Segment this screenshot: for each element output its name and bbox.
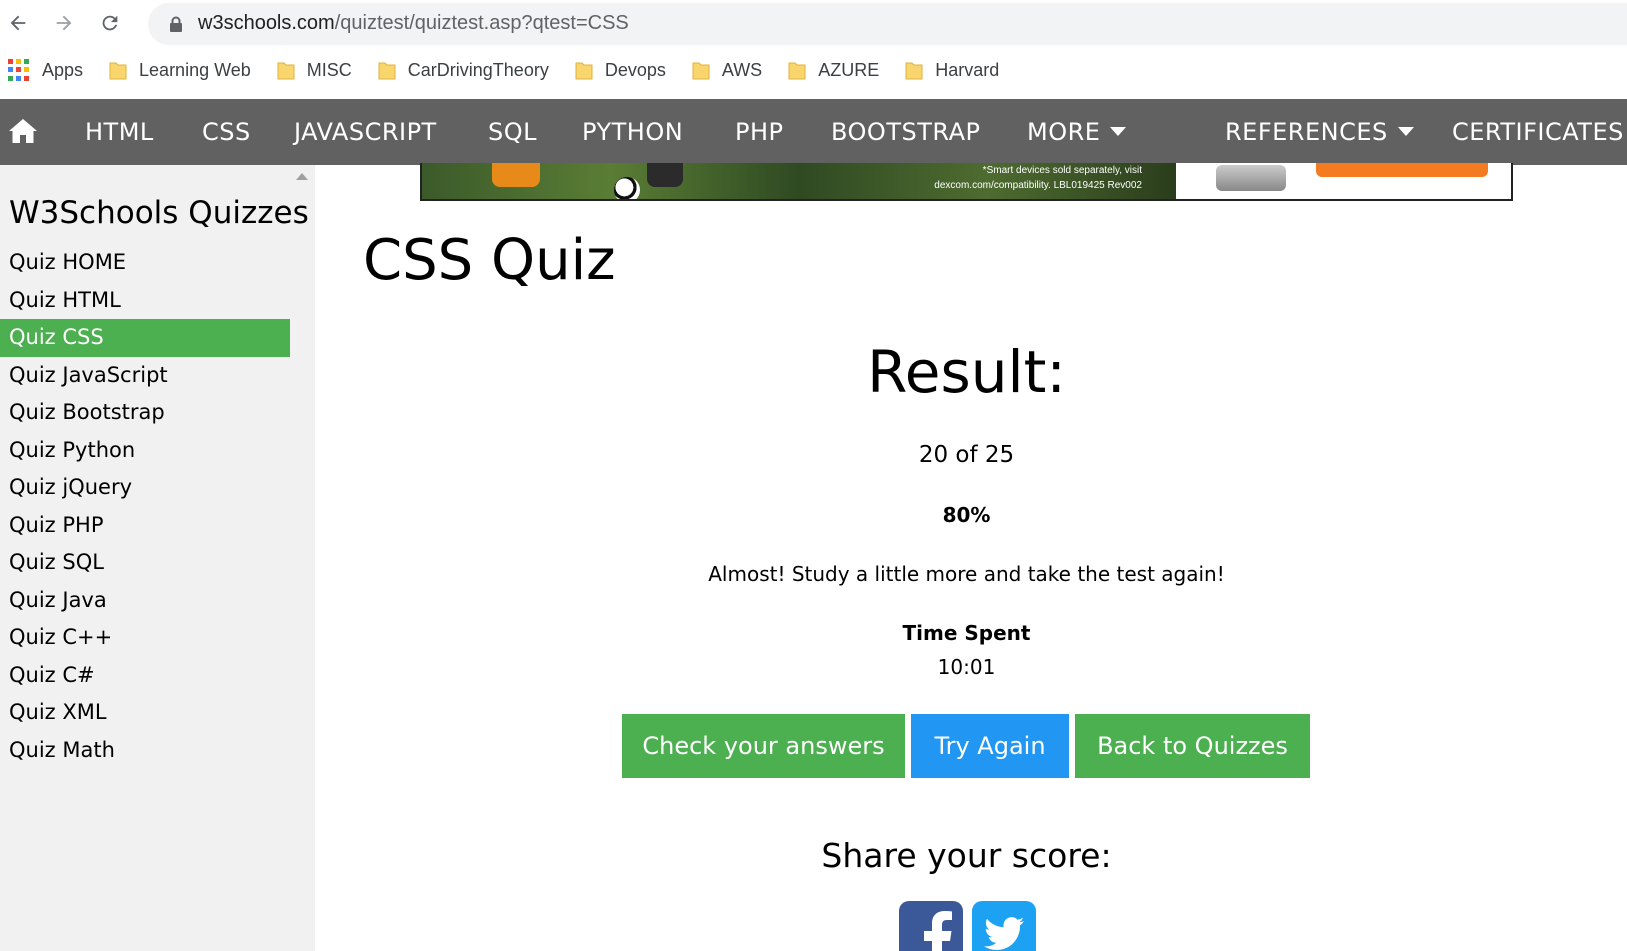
sidebar-item-quiz-csharp[interactable]: Quiz C# bbox=[0, 657, 290, 695]
sidebar-item-quiz-jquery[interactable]: Quiz jQuery bbox=[0, 469, 290, 507]
share-heading: Share your score: bbox=[821, 836, 1112, 875]
sidebar-item-quiz-bootstrap[interactable]: Quiz Bootstrap bbox=[0, 394, 290, 432]
score-text: 20 of 25 bbox=[918, 442, 1015, 468]
sidebar-item-quiz-xml[interactable]: Quiz XML bbox=[0, 694, 290, 732]
ad-fine-print-line-1: *Smart devices sold separately, visit bbox=[982, 165, 1142, 176]
sidebar-item-quiz-math[interactable]: Quiz Math bbox=[0, 732, 290, 770]
url-path: /quiztest/quiztest.asp?qtest=CSS bbox=[334, 12, 629, 34]
sidebar-item-quiz-javascript[interactable]: Quiz JavaScript bbox=[0, 357, 290, 395]
bookmark-misc[interactable]: MISC bbox=[277, 60, 352, 81]
url-bar[interactable]: w3schools.com/quiztest/quiztest.asp?qtes… bbox=[148, 3, 1627, 45]
ad-photo: *Smart devices sold separately, visit de… bbox=[422, 163, 1176, 199]
twitter-share-button[interactable] bbox=[972, 901, 1036, 951]
sidebar: W3Schools Quizzes Quiz HOME Quiz HTML Quiz… bbox=[0, 165, 315, 951]
nav-bootstrap[interactable]: BOOTSTRAP bbox=[831, 99, 980, 165]
nav-more-label: MORE bbox=[1027, 118, 1101, 146]
sidebar-item-quiz-html[interactable]: Quiz HTML bbox=[0, 282, 290, 320]
nav-sql[interactable]: SQL bbox=[488, 99, 537, 165]
bookmark-label: Learning Web bbox=[139, 59, 251, 80]
nav-references-label: REFERENCES bbox=[1225, 118, 1388, 146]
soccer-ball-icon bbox=[614, 177, 640, 199]
main-content: CSS Quiz Result: 20 of 25 80% Almost! St… bbox=[315, 200, 1627, 951]
browser-toolbar: w3schools.com/quiztest/quiztest.asp?qtes… bbox=[0, 0, 1627, 48]
folder-icon bbox=[905, 60, 923, 80]
ad-fine-print: *Smart devices sold separately, visit de… bbox=[912, 163, 1142, 193]
nav-references[interactable]: REFERENCES bbox=[1225, 99, 1414, 165]
ad-fine-print-line-2: dexcom.com/compatibility. LBL019425 Rev0… bbox=[934, 180, 1142, 191]
forward-arrow-icon[interactable] bbox=[48, 7, 80, 39]
bookmark-label: MISC bbox=[306, 59, 352, 80]
result-heading: Result: bbox=[867, 338, 1066, 406]
url-host: w3schools.com bbox=[198, 12, 335, 34]
folder-icon bbox=[692, 60, 710, 80]
sidebar-item-quiz-sql[interactable]: Quiz SQL bbox=[0, 544, 290, 582]
bookmark-learning-web[interactable]: Learning Web bbox=[109, 60, 251, 81]
bookmark-aws[interactable]: AWS bbox=[692, 60, 762, 81]
apps-grid-icon bbox=[8, 59, 30, 81]
time-spent-value: 10:01 bbox=[937, 655, 996, 679]
sidebar-item-quiz-cplusplus[interactable]: Quiz C++ bbox=[0, 619, 290, 657]
sidebar-item-quiz-python[interactable]: Quiz Python bbox=[0, 432, 290, 470]
bookmark-azure[interactable]: AZURE bbox=[788, 60, 879, 81]
bookmark-label: AWS bbox=[721, 59, 763, 80]
check-answers-button[interactable]: Check your answers bbox=[622, 714, 905, 778]
bookmark-devops[interactable]: Devops bbox=[575, 60, 666, 81]
sidebar-item-quiz-java[interactable]: Quiz Java bbox=[0, 582, 290, 620]
back-arrow-icon[interactable] bbox=[2, 7, 34, 39]
home-icon[interactable] bbox=[8, 117, 38, 145]
score-percent: 80% bbox=[942, 503, 991, 527]
nav-html[interactable]: HTML bbox=[85, 99, 154, 165]
time-spent-label: Time Spent bbox=[902, 621, 1031, 645]
reload-icon[interactable] bbox=[94, 7, 126, 39]
bookmarks-bar: Apps Learning Web MISC CarDrivingTheory Devo… bbox=[0, 52, 1627, 88]
sidebar-item-quiz-php[interactable]: Quiz PHP bbox=[0, 507, 290, 545]
bookmark-label: CarDrivingTheory bbox=[407, 59, 549, 80]
caret-down-icon bbox=[1110, 127, 1127, 136]
ad-banner[interactable]: *Smart devices sold separately, visit de… bbox=[420, 163, 1513, 201]
back-to-quizzes-button[interactable]: Back to Quizzes bbox=[1075, 714, 1310, 778]
nav-css[interactable]: CSS bbox=[202, 99, 251, 165]
folder-icon bbox=[109, 60, 127, 80]
ad-cta-button[interactable] bbox=[1316, 163, 1488, 177]
device-icon bbox=[1216, 165, 1286, 191]
facebook-share-button[interactable] bbox=[899, 901, 963, 951]
page-title: CSS Quiz bbox=[363, 228, 616, 293]
ad-right-panel bbox=[1176, 163, 1511, 199]
nav-certificates[interactable]: CERTIFICATES bbox=[1452, 99, 1624, 165]
result-message: Almost! Study a little more and take the… bbox=[708, 562, 1225, 586]
bookmark-label: Devops bbox=[604, 59, 666, 80]
sidebar-list: Quiz HOME Quiz HTML Quiz CSS Quiz JavaScrip… bbox=[0, 244, 290, 769]
bookmark-label: AZURE bbox=[818, 59, 880, 80]
top-nav: HTML CSS JAVASCRIPT SQL PYTHON PHP BOOTS… bbox=[0, 99, 1627, 165]
sidebar-item-quiz-home[interactable]: Quiz HOME bbox=[0, 244, 290, 282]
try-again-button[interactable]: Try Again bbox=[911, 714, 1069, 778]
nav-javascript[interactable]: JAVASCRIPT bbox=[294, 99, 437, 165]
facebook-icon bbox=[924, 911, 952, 951]
lock-icon bbox=[170, 16, 182, 32]
sidebar-title: W3Schools Quizzes bbox=[9, 195, 309, 231]
bookmark-harvard[interactable]: Harvard bbox=[905, 60, 999, 81]
folder-icon bbox=[378, 60, 396, 80]
twitter-icon bbox=[984, 917, 1024, 950]
folder-icon bbox=[575, 60, 593, 80]
scroll-up-arrow-icon[interactable] bbox=[296, 173, 308, 180]
bookmark-label: Harvard bbox=[935, 59, 1000, 80]
nav-more[interactable]: MORE bbox=[1027, 99, 1127, 165]
nav-python[interactable]: PYTHON bbox=[582, 99, 683, 165]
sidebar-item-quiz-css[interactable]: Quiz CSS bbox=[0, 319, 290, 357]
bookmark-label: Apps bbox=[42, 59, 84, 80]
url-text: w3schools.com/quiztest/quiztest.asp?qtes… bbox=[198, 12, 629, 35]
folder-icon bbox=[788, 60, 806, 80]
folder-icon bbox=[277, 60, 295, 80]
nav-php[interactable]: PHP bbox=[735, 99, 784, 165]
bookmark-cardrivingtheory[interactable]: CarDrivingTheory bbox=[378, 60, 549, 81]
bookmark-apps[interactable]: Apps bbox=[8, 59, 83, 81]
caret-down-icon bbox=[1397, 127, 1414, 136]
